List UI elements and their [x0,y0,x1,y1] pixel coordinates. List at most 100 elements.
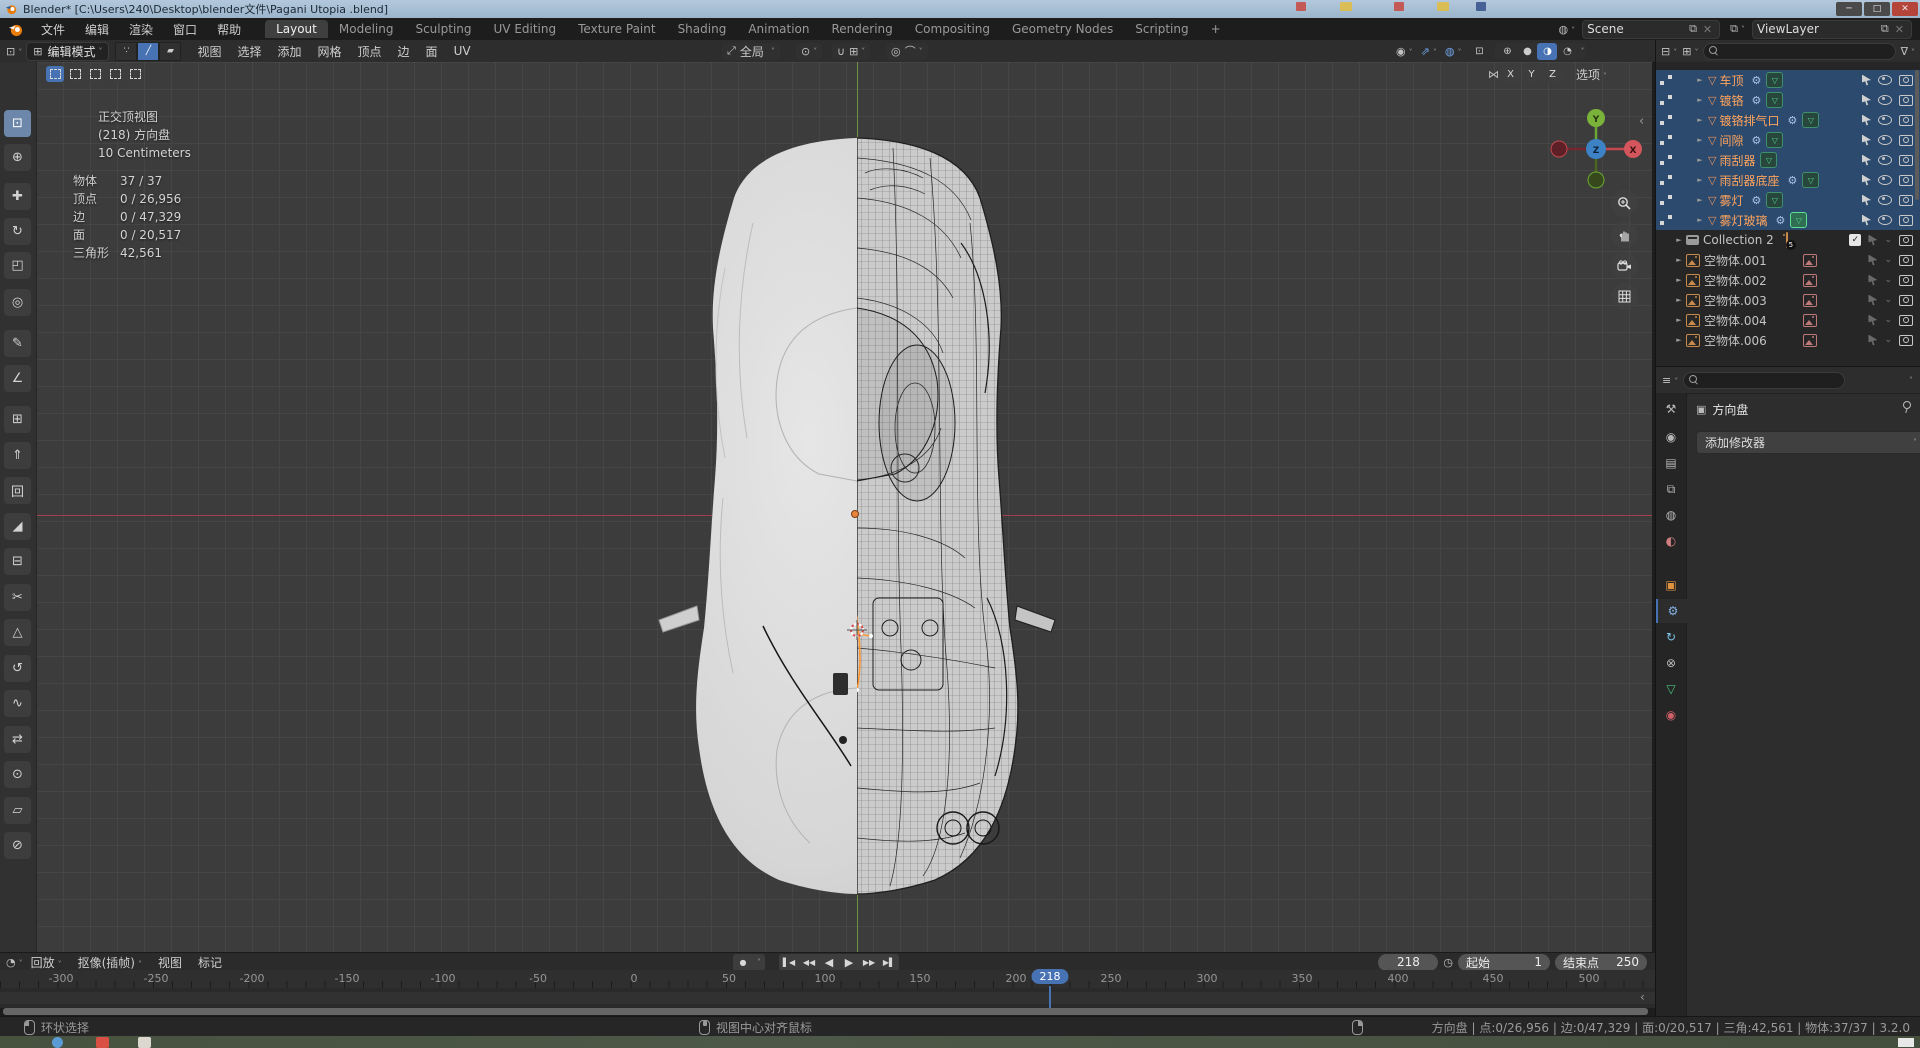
select-mode-vertex[interactable]: ∵ [115,42,137,61]
outliner-item[interactable]: ►▽间隙⚙▽ [1656,130,1920,150]
shading-rendered[interactable]: ◔ [1557,43,1577,60]
hide-render-icon[interactable] [1899,115,1913,126]
hide-render-icon[interactable] [1899,195,1913,206]
menu-help[interactable]: 帮助 [207,21,251,38]
expand-icon[interactable]: ► [1695,76,1705,84]
tab-tool[interactable]: ⚒ [1656,397,1686,421]
expand-icon[interactable]: ► [1674,256,1684,264]
expand-icon[interactable]: ► [1695,136,1705,144]
tool-add-cube[interactable]: ⊞ [4,406,31,433]
tab-uv-editing[interactable]: UV Editing [483,20,568,38]
shading-wireframe[interactable]: ⊕ [1497,43,1517,60]
tool-smooth[interactable]: ∿ [4,690,31,717]
mirror-z-button[interactable]: Z [1543,67,1562,83]
select-mode-edge[interactable]: ╱ [137,42,159,61]
gizmo-axis-y-neg[interactable] [1588,172,1604,188]
current-frame-pill[interactable]: 218 [1032,969,1069,984]
hide-viewport-icon[interactable] [1878,95,1892,105]
expand-icon[interactable]: ► [1674,336,1684,344]
zoom-button[interactable] [1611,190,1638,217]
tab-view-layer[interactable]: ⧉ [1656,477,1686,501]
jump-to-start-button[interactable]: ▌◀ [779,954,799,971]
add-modifier-button[interactable]: 添加修改器 ˅ [1696,431,1920,454]
menu-render[interactable]: 渲染 [119,21,163,38]
tool-rotate[interactable]: ↻ [4,218,31,245]
menu-uv[interactable]: UV [446,44,479,58]
frame-start-field[interactable]: 起始1 [1458,954,1550,971]
selectable-icon[interactable] [1862,155,1871,166]
tab-object[interactable]: ▣ [1656,573,1686,597]
pin-icon[interactable] [1902,401,1911,414]
expand-icon[interactable]: ► [1674,316,1684,324]
outliner-filter-mode-icon[interactable]: ⊟˅ [1661,45,1677,58]
properties-editor-icon[interactable]: ≡˅ [1662,374,1678,387]
tool-bevel[interactable]: ◢ [4,513,31,540]
selectable-icon[interactable] [1868,235,1877,246]
gizmos-toggle[interactable]: ⇗˅ [1421,45,1437,58]
menu-timeline-view[interactable]: 视图 [150,954,190,971]
hide-render-icon[interactable] [1899,155,1913,166]
tool-measure[interactable]: ∠ [4,365,31,392]
hide-render-icon[interactable] [1899,75,1913,86]
selectable-icon[interactable] [1862,195,1871,206]
hide-render-icon[interactable] [1899,315,1913,326]
scene-icon[interactable]: ◍˅ [1559,23,1576,36]
taskbar-app-icon[interactable] [96,1037,109,1048]
expand-icon[interactable]: ► [1695,156,1705,164]
remove-view-layer-icon[interactable]: ✕ [1895,23,1904,36]
auto-keying-button[interactable]: ● [733,954,753,971]
menu-vertex[interactable]: 顶点 [350,43,390,60]
editor-type-icon[interactable]: ⊡˅ [6,45,22,58]
selectable-icon[interactable] [1862,75,1871,86]
menu-window[interactable]: 窗口 [163,21,207,38]
outliner-item[interactable]: ►▽雨刮器▽ [1656,150,1920,170]
selectable-icon[interactable] [1862,135,1871,146]
tool-move[interactable]: ✚ [4,183,31,210]
hide-render-icon[interactable] [1899,175,1913,186]
shading-solid[interactable]: ● [1517,43,1537,60]
tab-constraints[interactable]: ⊗ [1656,651,1686,675]
tab-scene[interactable]: ◍ [1656,503,1686,527]
eye-closed-icon[interactable]: ⌄ [1884,295,1892,305]
timeline-editor-icon[interactable]: ◔˅ [6,956,23,969]
current-frame-field[interactable]: 218 [1378,954,1438,971]
eye-closed-icon[interactable]: ⌄ [1884,275,1892,285]
taskbar-tray-item[interactable] [1898,1038,1914,1047]
expand-icon[interactable]: ► [1695,176,1705,184]
properties-options-chevron[interactable]: ˅ [1909,376,1913,385]
hide-viewport-icon[interactable] [1878,135,1892,145]
hide-render-icon[interactable] [1899,295,1913,306]
menu-view[interactable]: 视图 [189,43,229,60]
view-layer-icon[interactable]: ⧉˅ [1730,22,1745,36]
menu-add[interactable]: 添加 [269,43,309,60]
tool-inset-faces[interactable]: 回 [4,477,31,504]
hide-viewport-icon[interactable] [1878,195,1892,205]
tab-compositing[interactable]: Compositing [904,20,1001,38]
properties-search-input[interactable] [1683,372,1845,389]
outliner-item[interactable]: ►▽雾灯⚙▽ [1656,190,1920,210]
menu-mesh[interactable]: 网格 [310,43,350,60]
outliner-empty-item[interactable]: ►空物体.002⌄ [1656,270,1920,290]
tool-edge-slide[interactable]: ⇄ [4,726,31,753]
expand-icon[interactable]: ► [1674,276,1684,284]
hide-render-icon[interactable] [1899,235,1913,246]
tab-layout[interactable]: Layout [265,20,328,38]
play-button[interactable]: ▶ [839,954,859,971]
tab-object-data[interactable]: ▽ [1656,677,1686,701]
hide-render-icon[interactable] [1899,215,1913,226]
proportional-edit-dropdown[interactable]: ◎⌒˅ [886,43,928,60]
tool-annotate[interactable]: ✎ [4,330,31,357]
outliner-item[interactable]: ►▽镀铬排气口⚙▽ [1656,110,1920,130]
tab-physics[interactable]: ↻ [1656,625,1686,649]
selectable-icon[interactable] [1868,335,1877,346]
tab-sculpting[interactable]: Sculpting [404,20,482,38]
next-keyframe-button[interactable]: ▶▶ [859,954,879,971]
outliner-display-mode-icon[interactable]: ⊞˅ [1682,45,1698,58]
select-mode-subtract[interactable] [86,66,104,82]
car-model-pagani-utopia[interactable] [650,128,1070,903]
tool-shrink-flatten[interactable]: ⊙ [4,761,31,788]
tool-knife[interactable]: ✂ [4,584,31,611]
expand-icon[interactable]: ► [1695,216,1705,224]
eye-closed-icon[interactable]: ⌄ [1884,315,1892,325]
tool-extrude-region[interactable]: ⇑ [4,442,31,469]
